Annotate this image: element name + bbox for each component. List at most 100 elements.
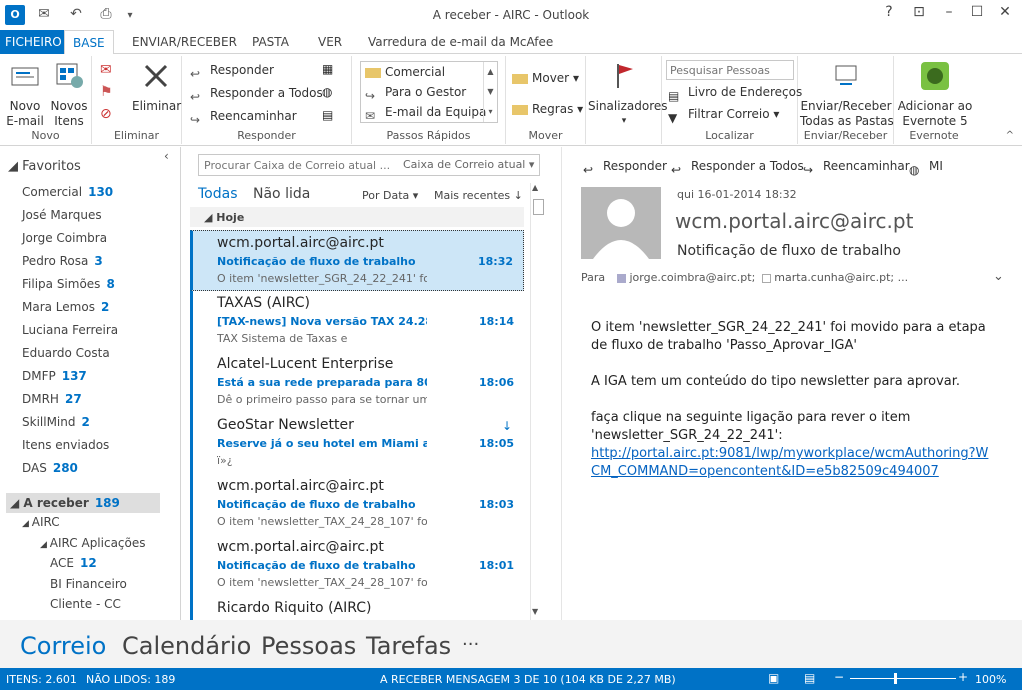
favorite-folder[interactable]: Luciana Ferreira: [22, 320, 118, 340]
favorite-folder[interactable]: Filipa Simões 8: [22, 274, 115, 294]
message-item[interactable]: Ricardo Riquito (AIRC): [190, 596, 524, 620]
favorite-folder[interactable]: Pedro Rosa 3: [22, 251, 103, 271]
search-scope-dropdown[interactable]: Caixa de Correio atual ▾: [403, 158, 534, 171]
nav-tasks[interactable]: Tarefas: [366, 632, 451, 660]
tab-pasta[interactable]: PASTA: [244, 30, 297, 54]
zoom-in-icon[interactable]: +: [958, 670, 968, 684]
im-icon[interactable]: ◍: [322, 85, 332, 99]
nav-calendar[interactable]: Calendário: [122, 632, 251, 660]
new-items-button[interactable]: Novos Itens: [48, 60, 90, 129]
favorite-folder[interactable]: Comercial 130: [22, 182, 113, 202]
favorite-folder[interactable]: Itens enviados: [22, 435, 109, 455]
scroll-thumb[interactable]: [533, 199, 544, 215]
filter-mail-button[interactable]: ▼ Filtrar Correio ▾: [668, 104, 779, 125]
list-scrollbar[interactable]: ▲ ▼: [530, 183, 546, 620]
send-receive-all-button[interactable]: Enviar/Receber Todas as Pastas: [800, 60, 894, 129]
tab-enviar-receber[interactable]: ENVIAR/RECEBER: [124, 30, 245, 54]
tree-folder[interactable]: BI Financeiro: [50, 574, 127, 594]
message-from[interactable]: wcm.portal.airc@airc.pt: [675, 209, 913, 233]
meeting-icon[interactable]: ▦: [322, 62, 333, 76]
message-item[interactable]: Alcatel-Lucent Enterprise Está a sua rede…: [190, 352, 524, 413]
favorite-folder[interactable]: SkillMind 2: [22, 412, 90, 432]
gallery-scroll[interactable]: ▲ ▼ ▾: [483, 62, 497, 122]
delete-button[interactable]: Eliminar: [132, 60, 181, 114]
rp-reply-all-button[interactable]: ↩ Responder a Todos: [671, 156, 804, 177]
message-item[interactable]: wcm.portal.airc@airc.pt Notificação de fl…: [190, 230, 524, 291]
reply-all-button[interactable]: ↩ Responder a Todos: [190, 83, 323, 104]
quick-step-equipa[interactable]: ✉ E-mail da Equipa: [365, 102, 486, 123]
tab-mcafee[interactable]: Varredura de e-mail da McAfee: [360, 30, 561, 54]
move-button[interactable]: Mover ▾: [512, 68, 579, 88]
favorite-folder[interactable]: José Marques: [22, 205, 102, 225]
favorite-folder[interactable]: DAS 280: [22, 458, 78, 478]
zoom-level[interactable]: 100%: [975, 673, 1006, 686]
sender-avatar[interactable]: [581, 187, 661, 259]
favorite-folder[interactable]: Eduardo Costa: [22, 343, 110, 363]
recipient-1[interactable]: jorge.coimbra@airc.pt;: [630, 271, 756, 284]
nav-people[interactable]: Pessoas: [261, 632, 356, 660]
message-item[interactable]: GeoStar Newsletter Reserve já o seu hotel…: [190, 413, 524, 474]
filter-all-tab[interactable]: Todas: [198, 186, 238, 202]
tab-base[interactable]: BASE: [64, 30, 114, 55]
scroll-down-icon[interactable]: ▼: [532, 607, 538, 616]
message-sender: Ricardo Riquito (AIRC): [217, 600, 372, 616]
message-item[interactable]: TAXAS (AIRC) [TAX-news] Nova versão TAX 2…: [190, 291, 524, 352]
reading-view-icon[interactable]: ▤: [804, 671, 815, 685]
quick-step-comercial[interactable]: Comercial: [365, 62, 445, 82]
cleanup-icon[interactable]: ⚑: [100, 84, 113, 100]
filter-unread-tab[interactable]: Não lida: [253, 186, 310, 202]
folder-inbox[interactable]: ◢ A receber 189: [10, 493, 120, 513]
normal-view-icon[interactable]: ▣: [768, 671, 779, 685]
zoom-out-icon[interactable]: −: [834, 670, 844, 684]
recipients-more[interactable]: ...: [898, 271, 909, 284]
address-book-button[interactable]: ▤ Livro de Endereços: [668, 82, 802, 103]
message-item[interactable]: wcm.portal.airc@airc.pt Notificação de fl…: [190, 474, 524, 535]
search-mailbox-input[interactable]: [200, 156, 400, 174]
tree-folder[interactable]: Cliente - CC: [50, 594, 121, 614]
quick-step-gestor[interactable]: ↪ Para o Gestor: [365, 82, 466, 103]
search-people-input[interactable]: [666, 60, 794, 80]
sort-by-dropdown[interactable]: Por Data ▾: [362, 189, 418, 202]
forward-button[interactable]: ↪ Reencaminhar: [190, 106, 297, 127]
help-button[interactable]: ?: [876, 4, 902, 20]
tree-folder[interactable]: ACE 12: [50, 553, 97, 573]
tab-ficheiro[interactable]: FICHEIRO: [0, 30, 67, 54]
zoom-slider[interactable]: [850, 678, 956, 679]
recipient-2[interactable]: marta.cunha@airc.pt;: [774, 271, 894, 284]
reply-button[interactable]: ↩ Responder: [190, 60, 274, 81]
group-header[interactable]: ◢ Hoje: [190, 207, 524, 227]
move-icon: [512, 73, 528, 84]
minimize-button[interactable]: –: [936, 4, 962, 20]
tree-folder[interactable]: ◢ AIRC Aplicações: [40, 533, 146, 553]
sort-order-button[interactable]: Mais recentes ↓: [434, 189, 523, 202]
rp-reply-button[interactable]: ↩ Responder: [583, 156, 667, 177]
expand-header-icon[interactable]: ⌄: [993, 269, 1004, 284]
new-email-button[interactable]: Novo E-mail: [4, 60, 46, 129]
evernote-button[interactable]: Adicionar ao Evernote 5: [896, 60, 974, 129]
ribbon-display-icon[interactable]: ⊡: [906, 4, 932, 20]
favorite-folder[interactable]: Mara Lemos 2: [22, 297, 109, 317]
collapse-pane-icon[interactable]: ‹: [164, 149, 169, 163]
favorite-folder[interactable]: Jorge Coimbra: [22, 228, 107, 248]
message-item[interactable]: wcm.portal.airc@airc.pt Notificação de fl…: [190, 535, 524, 596]
collapse-ribbon-icon[interactable]: ^: [1006, 130, 1014, 141]
ignore-icon[interactable]: ✉: [100, 62, 112, 78]
favorites-header[interactable]: ◢ Favoritos: [8, 157, 81, 177]
nav-mail[interactable]: Correio: [20, 632, 106, 660]
zoom-slider-thumb[interactable]: [894, 673, 897, 684]
nav-more-icon[interactable]: ···: [462, 634, 479, 655]
workflow-link[interactable]: http://portal.airc.pt:9081/lwp/myworkpla…: [591, 446, 988, 479]
favorite-folder[interactable]: DMRH 27: [22, 389, 82, 409]
flags-button[interactable]: Sinalizadores ▾: [588, 60, 668, 129]
more-respond-icon[interactable]: ▤: [322, 108, 333, 122]
scroll-up-icon[interactable]: ▲: [532, 183, 538, 192]
tab-ver[interactable]: VER: [310, 30, 350, 54]
close-button[interactable]: ✕: [992, 4, 1018, 20]
tree-folder[interactable]: ◢ AIRC: [22, 512, 60, 532]
rules-button[interactable]: Regras ▾: [512, 99, 583, 119]
junk-icon[interactable]: ⊘: [100, 106, 112, 122]
maximize-button[interactable]: ☐: [964, 4, 990, 20]
rp-forward-button[interactable]: ↪ Reencaminhar: [803, 156, 910, 177]
favorite-folder[interactable]: DMFP 137: [22, 366, 87, 386]
rp-im-button[interactable]: ◍ MI: [909, 156, 943, 177]
